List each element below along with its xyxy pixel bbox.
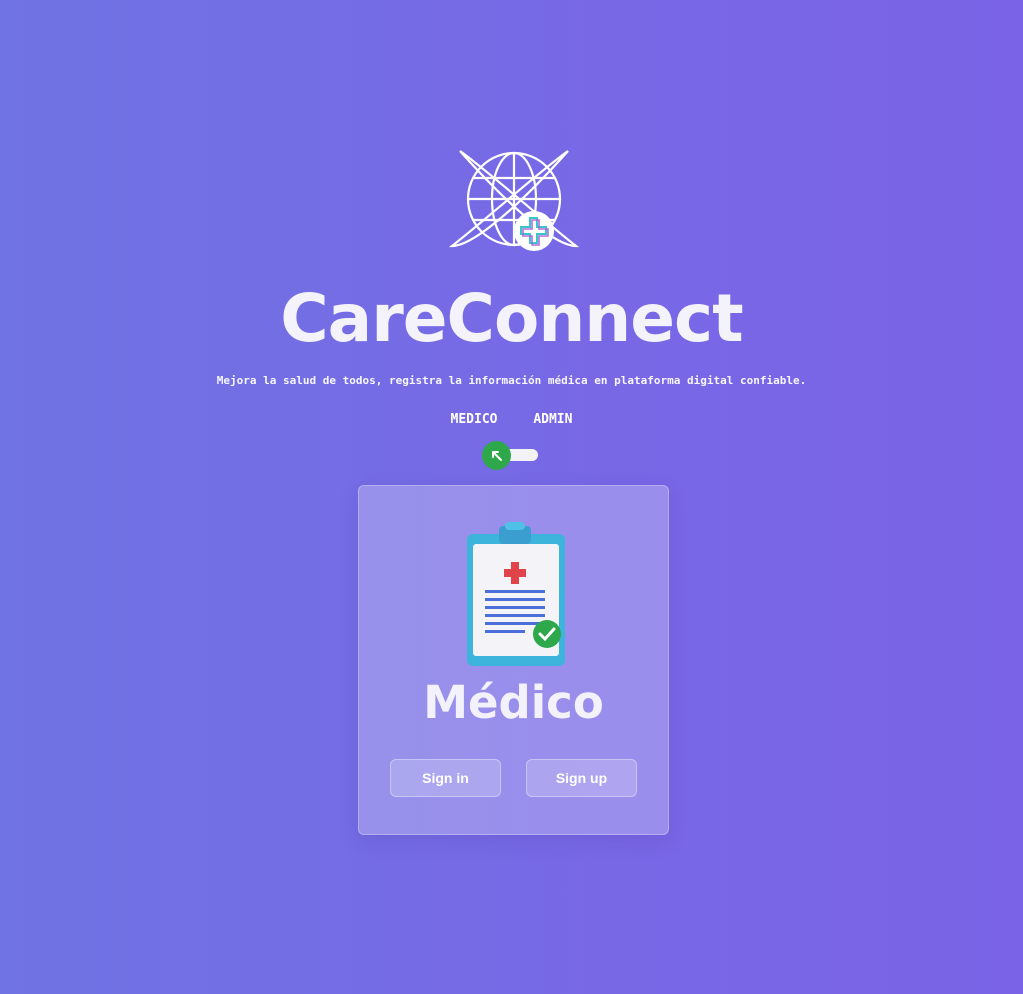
arrow-up-left-icon — [491, 450, 502, 461]
globe-logo-icon — [448, 150, 580, 251]
role-medico-label[interactable]: MEDICO — [451, 412, 498, 427]
medico-card: Médico Sign in Sign up — [358, 485, 669, 835]
role-toggle-knob[interactable] — [482, 441, 511, 470]
role-admin-label[interactable]: ADMIN — [533, 412, 572, 427]
sign-up-button[interactable]: Sign up — [526, 759, 637, 797]
medical-clipboard-icon — [467, 522, 565, 666]
app-tagline: Mejora la salud de todos, registra la in… — [216, 374, 807, 387]
card-title: Médico — [423, 676, 604, 729]
role-selector: MEDICO ADMIN — [0, 412, 1023, 427]
app-title: CareConnect — [280, 280, 743, 357]
sign-in-button[interactable]: Sign in — [390, 759, 501, 797]
